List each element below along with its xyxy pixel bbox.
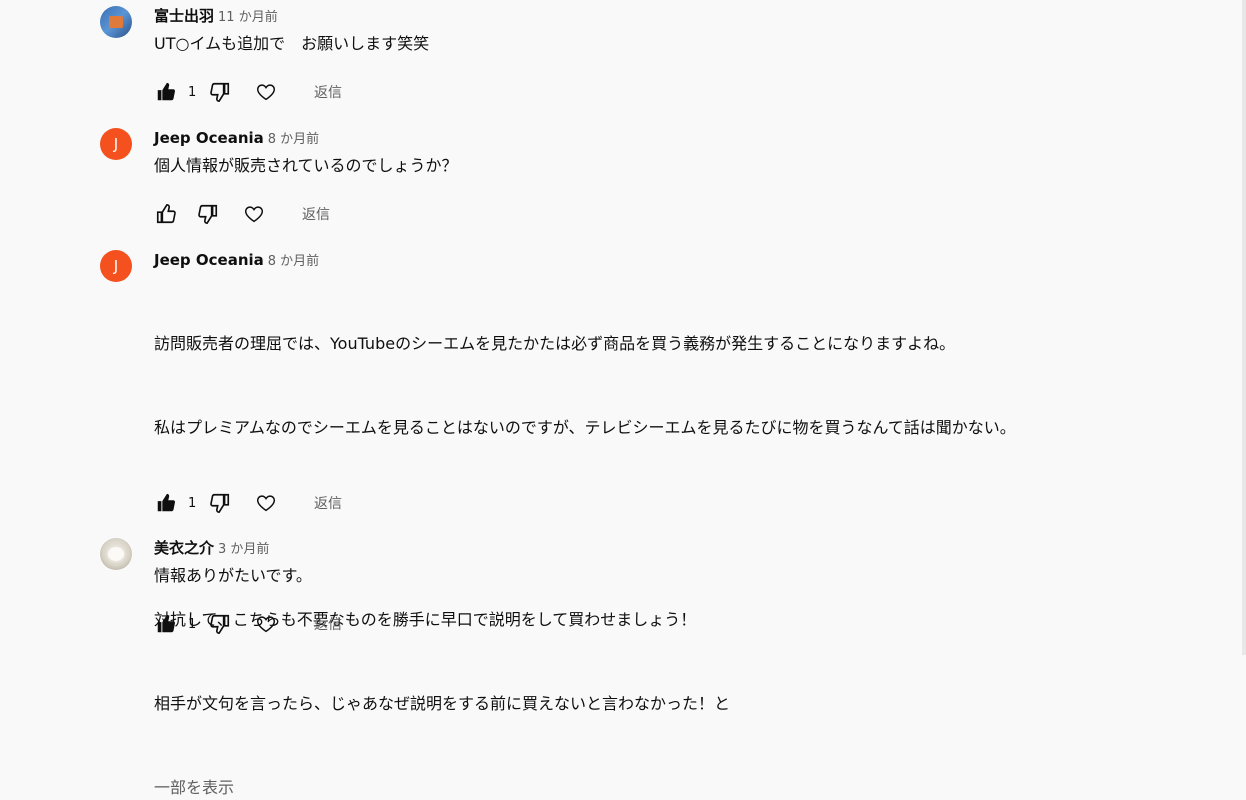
thumbs-up-filled-icon — [157, 614, 176, 633]
comment-header: Jeep Oceania 8 か月前 — [154, 128, 1220, 148]
like-button[interactable] — [154, 491, 178, 515]
avatar[interactable] — [100, 538, 132, 570]
heart-icon — [257, 616, 275, 633]
scrollbar[interactable] — [1242, 0, 1246, 655]
dislike-button[interactable] — [208, 80, 232, 104]
comment-text: 個人情報が販売されているのでしょうか？ — [154, 156, 458, 175]
comment-time[interactable]: 8 か月前 — [268, 254, 319, 269]
like-button[interactable] — [154, 202, 178, 226]
like-count: 1 — [188, 84, 197, 100]
comment-actions: 1 返信 — [154, 491, 342, 515]
profile-photo-icon — [109, 16, 123, 28]
reply-button[interactable]: 返信 — [314, 614, 342, 634]
like-count: 1 — [188, 495, 197, 511]
comment-text-line: 相手が文句を言ったら、じゃあなぜ説明をする前に買えないと言わなかった！と — [154, 694, 731, 713]
dislike-button[interactable] — [208, 612, 232, 636]
comment-text: 情報ありがたいです。 — [154, 566, 312, 585]
comment-author[interactable]: 富士出羽 — [154, 7, 214, 25]
heart-icon — [257, 84, 275, 101]
reply-button[interactable]: 返信 — [302, 204, 330, 224]
thumbs-down-icon — [210, 493, 230, 513]
comment-actions: 1 返信 — [154, 80, 342, 104]
thumbs-down-icon — [210, 82, 230, 102]
thumbs-up-filled-icon — [157, 82, 176, 101]
heart-icon — [257, 495, 275, 512]
dislike-button[interactable] — [196, 202, 220, 226]
comment-text: UT○イムも追加で お願いします笑笑 — [154, 34, 430, 53]
show-more-button[interactable]: 一部を表示 — [154, 776, 1220, 800]
reply-button[interactable]: 返信 — [314, 493, 342, 513]
thumbs-down-icon — [198, 204, 218, 224]
avatar[interactable]: J — [100, 128, 132, 160]
thumbs-down-icon — [210, 614, 230, 634]
comment-header: Jeep Oceania 8 か月前 — [154, 250, 1220, 270]
reply-button[interactable]: 返信 — [314, 82, 342, 102]
comment-header: 富士出羽 11 か月前 — [154, 6, 1220, 26]
heart-icon — [245, 206, 263, 223]
like-button[interactable] — [154, 80, 178, 104]
like-button[interactable] — [154, 612, 178, 636]
heart-button[interactable] — [254, 491, 278, 515]
comment-actions: 返信 — [154, 202, 330, 226]
comment-time[interactable]: 8 か月前 — [268, 132, 319, 147]
comment-author[interactable]: Jeep Oceania — [154, 251, 264, 269]
like-count: 1 — [188, 616, 197, 632]
comment-time[interactable]: 3 か月前 — [218, 542, 269, 557]
dislike-button[interactable] — [208, 491, 232, 515]
thumbs-up-filled-icon — [157, 493, 176, 512]
cat-photo-icon — [108, 547, 124, 561]
comment-text-line: 私はプレミアムなのでシーエムを見ることはないのですが、テレビシーエムを見るたびに… — [154, 418, 1016, 437]
comment-actions: 1 返信 — [154, 612, 342, 636]
heart-button[interactable] — [254, 80, 278, 104]
heart-button[interactable] — [242, 202, 266, 226]
thumbs-up-icon — [156, 204, 176, 224]
comment-text: 訪問販売者の理屈では、YouTubeのシーエムを見たかたは必ず商品を買う義務が発… — [154, 274, 1220, 774]
comment-header: 美衣之介 3 か月前 — [154, 538, 1220, 558]
comment-author[interactable]: Jeep Oceania — [154, 129, 264, 147]
comment-text-line: 訪問販売者の理屈では、YouTubeのシーエムを見たかたは必ず商品を買う義務が発… — [154, 334, 956, 353]
comment-author[interactable]: 美衣之介 — [154, 539, 214, 557]
heart-button[interactable] — [254, 612, 278, 636]
avatar[interactable]: J — [100, 250, 132, 282]
avatar[interactable] — [100, 6, 132, 38]
comment-time[interactable]: 11 か月前 — [218, 10, 278, 25]
